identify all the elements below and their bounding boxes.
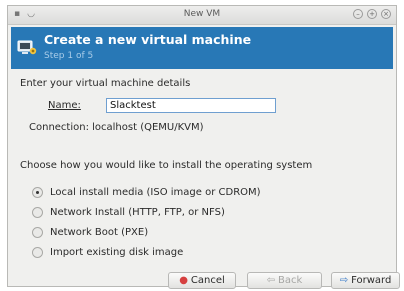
radio-import-disk[interactable] bbox=[32, 246, 43, 258]
back-button[interactable]: ⇦ Back bbox=[247, 272, 322, 289]
page-title: Create a new virtual machine bbox=[44, 32, 252, 47]
name-input[interactable] bbox=[106, 98, 276, 113]
install-option-network-boot[interactable]: Network Boot (PXE) bbox=[32, 222, 261, 242]
install-method-group: Local install media (ISO image or CDROM)… bbox=[32, 182, 261, 262]
window-title: New VM bbox=[183, 9, 221, 19]
radio-network-install[interactable] bbox=[32, 206, 43, 218]
details-heading: Enter your virtual machine details bbox=[20, 78, 191, 89]
option-label: Import existing disk image bbox=[50, 246, 184, 258]
maximize-icon[interactable]: + bbox=[367, 9, 377, 19]
cancel-label: Cancel bbox=[190, 275, 225, 286]
new-vm-icon bbox=[17, 40, 37, 55]
forward-label: Forward bbox=[351, 275, 392, 286]
forward-button[interactable]: ⇨ Forward bbox=[331, 272, 400, 289]
title-bar: ▪ ◡ New VM – + × bbox=[8, 6, 396, 25]
close-icon[interactable]: × bbox=[381, 9, 391, 19]
back-label: Back bbox=[278, 275, 303, 286]
window-controls: – + × bbox=[353, 9, 391, 19]
install-option-network-install[interactable]: Network Install (HTTP, FTP, or NFS) bbox=[32, 202, 261, 222]
back-arrow-icon: ⇦ bbox=[266, 274, 276, 286]
new-vm-window: ▪ ◡ New VM – + × Create a new virtual ma… bbox=[7, 5, 400, 289]
cancel-button[interactable]: ● Cancel bbox=[168, 272, 236, 289]
minimize-icon[interactable]: – bbox=[353, 9, 363, 19]
name-label: Name: bbox=[48, 100, 81, 111]
option-label: Network Boot (PXE) bbox=[50, 226, 149, 238]
radio-network-boot[interactable] bbox=[32, 226, 43, 238]
connection-text: Connection: localhost (QEMU/KVM) bbox=[29, 122, 204, 133]
install-heading: Choose how you would like to install the… bbox=[20, 160, 313, 171]
option-label: Local install media (ISO image or CDROM) bbox=[50, 186, 261, 198]
step-indicator: Step 1 of 5 bbox=[44, 51, 94, 61]
header-banner: Create a new virtual machine Step 1 of 5 bbox=[11, 27, 393, 69]
option-label: Network Install (HTTP, FTP, or NFS) bbox=[50, 206, 225, 218]
install-option-local-media[interactable]: Local install media (ISO image or CDROM) bbox=[32, 182, 261, 202]
forward-arrow-icon: ⇨ bbox=[339, 274, 349, 286]
cancel-icon: ● bbox=[179, 274, 188, 286]
install-option-import-disk[interactable]: Import existing disk image bbox=[32, 242, 261, 262]
radio-local-media[interactable] bbox=[32, 186, 43, 198]
